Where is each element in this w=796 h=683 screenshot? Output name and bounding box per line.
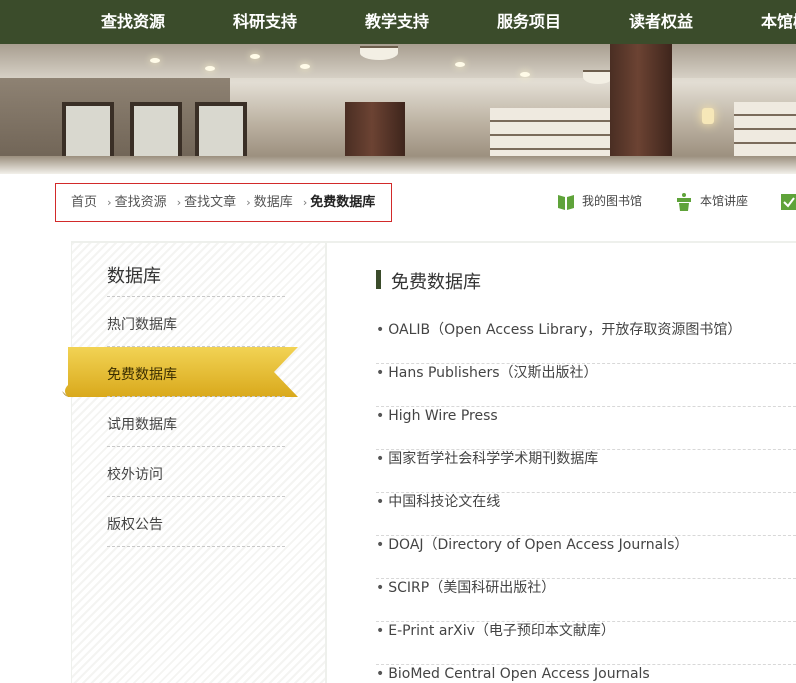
- sidebar-divider: [107, 496, 285, 497]
- list-bullet: •: [376, 580, 385, 596]
- ceiling-light: [300, 64, 310, 69]
- database-item-arxiv[interactable]: • E-Print arXiv（电子预印本文献库）: [376, 621, 796, 665]
- checklist-link[interactable]: [780, 190, 796, 212]
- database-item-hans[interactable]: • Hans Publishers（汉斯出版社）: [376, 363, 796, 407]
- sidebar-divider: [107, 396, 285, 397]
- list-bullet: •: [376, 451, 385, 467]
- breadcrumb-separator: ›: [176, 196, 182, 209]
- lectures-link[interactable]: 本馆讲座: [674, 190, 748, 212]
- database-item-oalib[interactable]: • OALIB（Open Access Library，开放存取资源图书馆）: [376, 320, 796, 364]
- lectern-icon: [677, 192, 691, 211]
- ceiling-light: [150, 58, 160, 63]
- my-library-label: 我的图书馆: [582, 194, 643, 208]
- banner-pillar: [610, 44, 672, 174]
- database-item-paper-online[interactable]: • 中国科技论文在线: [376, 492, 796, 536]
- sidebar-item-hot-databases[interactable]: 热门数据库: [107, 314, 177, 334]
- top-nav: 查找资源 科研支持 教学支持 服务项目 读者权益 本馆概: [0, 0, 796, 44]
- nav-item-teaching-support[interactable]: 教学支持: [365, 0, 429, 44]
- list-bullet: •: [376, 494, 385, 510]
- book-icon: [558, 194, 574, 210]
- breadcrumb-current: 免费数据库: [310, 195, 376, 210]
- checklist-icon: [781, 193, 796, 210]
- lectures-label: 本馆讲座: [700, 194, 749, 208]
- database-item-label[interactable]: BioMed Central Open Access Journals: [388, 666, 649, 682]
- sidebar-item-trial-databases[interactable]: 试用数据库: [107, 414, 177, 434]
- sidebar-title: 数据库: [107, 266, 161, 287]
- sidebar-item-off-campus-access[interactable]: 校外访问: [107, 464, 163, 484]
- database-item-nssd[interactable]: • 国家哲学社会科学学术期刊数据库: [376, 449, 796, 493]
- breadcrumb-find-articles[interactable]: 查找文章: [184, 195, 236, 210]
- breadcrumb-databases[interactable]: 数据库: [254, 195, 293, 210]
- breadcrumb-separator: ›: [302, 196, 308, 209]
- nav-item-reader-rights[interactable]: 读者权益: [629, 0, 693, 44]
- breadcrumb-find-resources[interactable]: 查找资源: [115, 195, 167, 210]
- my-library-link[interactable]: 我的图书馆: [556, 190, 642, 212]
- ceiling-light: [520, 72, 530, 77]
- sidebar: [72, 243, 325, 683]
- nav-item-find-resources[interactable]: 查找资源: [101, 0, 165, 44]
- database-item-label[interactable]: OALIB（Open Access Library，开放存取资源图书馆）: [388, 322, 741, 338]
- breadcrumb-separator: ›: [107, 196, 112, 209]
- list-bullet: •: [376, 408, 385, 424]
- database-item-label[interactable]: E-Print arXiv（电子预印本文献库）: [388, 623, 615, 639]
- database-item-label[interactable]: Hans Publishers（汉斯出版社）: [388, 365, 597, 381]
- list-bullet: •: [376, 365, 385, 381]
- sidebar-divider: [107, 446, 285, 447]
- nav-item-research-support[interactable]: 科研支持: [233, 0, 297, 44]
- list-bullet: •: [376, 322, 385, 338]
- pendant-lamp: [583, 70, 613, 84]
- ceiling-light: [250, 54, 260, 59]
- banner-floor: [0, 156, 796, 174]
- database-item-label[interactable]: 中国科技论文在线: [388, 494, 500, 510]
- nav-item-services[interactable]: 服务项目: [497, 0, 561, 44]
- database-item-doaj[interactable]: • DOAJ（Directory of Open Access Journals）: [376, 535, 796, 579]
- database-item-highwire[interactable]: • High Wire Press: [376, 406, 796, 450]
- nav-item-about-library[interactable]: 本馆概: [761, 0, 796, 44]
- sidebar-active-tab: [62, 347, 298, 397]
- title-accent-bar: [376, 270, 381, 289]
- database-item-scirp[interactable]: • SCIRP（美国科研出版社）: [376, 578, 796, 622]
- database-item-biomed-central[interactable]: • BioMed Central Open Access Journals: [376, 664, 796, 683]
- sidebar-divider: [107, 296, 285, 297]
- ceiling-light: [205, 66, 215, 71]
- sidebar-divider: [107, 546, 285, 547]
- wall-sconce: [702, 108, 714, 124]
- banner-image: [0, 44, 796, 174]
- breadcrumb-home[interactable]: 首页: [71, 195, 97, 210]
- sidebar-item-free-databases[interactable]: 免费数据库: [107, 364, 177, 384]
- breadcrumb-separator: ›: [246, 196, 251, 209]
- page-title: 免费数据库: [391, 272, 481, 293]
- database-item-label[interactable]: DOAJ（Directory of Open Access Journals）: [388, 537, 688, 553]
- database-item-label[interactable]: 国家哲学社会科学学术期刊数据库: [388, 451, 598, 467]
- database-item-label[interactable]: High Wire Press: [388, 408, 497, 424]
- sidebar-item-copyright-notice[interactable]: 版权公告: [107, 514, 163, 534]
- database-item-label[interactable]: SCIRP（美国科研出版社）: [388, 580, 555, 596]
- list-bullet: •: [376, 666, 385, 682]
- ceiling-light: [455, 62, 465, 67]
- pendant-lamp: [360, 46, 398, 60]
- banner-ceiling: [0, 44, 796, 78]
- list-bullet: •: [376, 537, 385, 553]
- list-bullet: •: [376, 623, 385, 639]
- breadcrumb: 首页 › 查找资源 › 查找文章 › 数据库 › 免费数据库: [55, 183, 392, 222]
